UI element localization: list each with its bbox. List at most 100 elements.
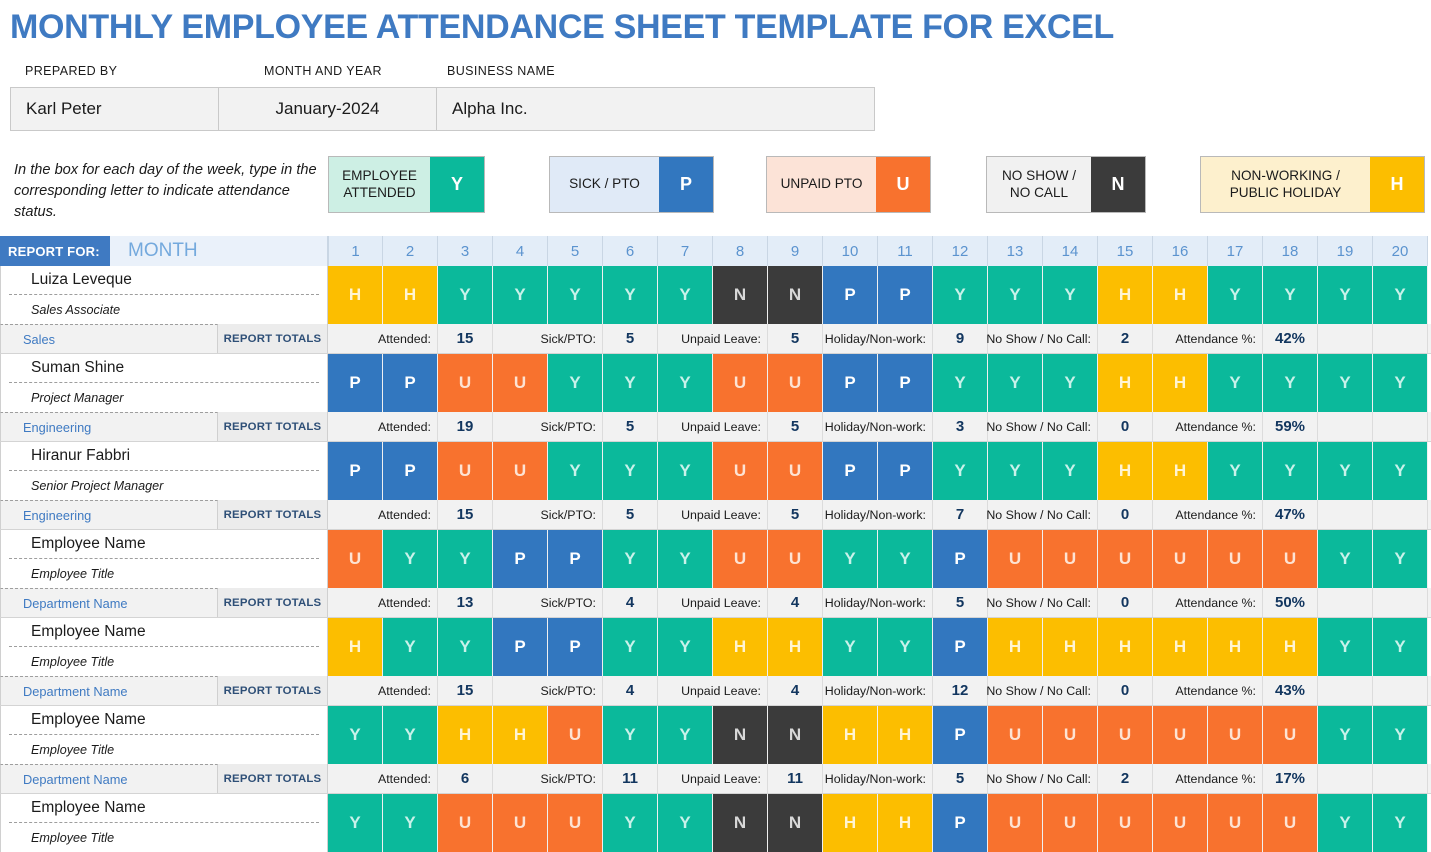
- attendance-cell-day-9[interactable]: U: [768, 354, 823, 412]
- employee-name-field[interactable]: Employee Name: [9, 530, 319, 559]
- attendance-cell-day-13[interactable]: U: [988, 530, 1043, 588]
- attendance-cell-day-2[interactable]: Y: [383, 706, 438, 764]
- attendance-cell-day-20[interactable]: Y: [1373, 266, 1428, 324]
- employee-title-field[interactable]: Senior Project Manager: [9, 471, 319, 500]
- attendance-cell-day-3[interactable]: U: [438, 442, 493, 500]
- attendance-cell-day-18[interactable]: Y: [1263, 442, 1318, 500]
- attendance-cell-day-7[interactable]: Y: [658, 794, 713, 852]
- attendance-cell-day-8[interactable]: U: [713, 354, 768, 412]
- attendance-cell-day-8[interactable]: N: [713, 266, 768, 324]
- attendance-cell-day-5[interactable]: U: [548, 794, 603, 852]
- attendance-cell-day-1[interactable]: Y: [328, 706, 383, 764]
- attendance-cell-day-6[interactable]: Y: [603, 354, 658, 412]
- attendance-cell-day-20[interactable]: Y: [1373, 442, 1428, 500]
- attendance-cell-day-17[interactable]: U: [1208, 706, 1263, 764]
- attendance-cell-day-19[interactable]: Y: [1318, 354, 1373, 412]
- attendance-cell-day-15[interactable]: U: [1098, 794, 1153, 852]
- attendance-cell-day-10[interactable]: H: [823, 794, 878, 852]
- employee-name-field[interactable]: Hiranur Fabbri: [9, 442, 319, 471]
- attendance-cell-day-1[interactable]: U: [328, 530, 383, 588]
- attendance-cell-day-13[interactable]: Y: [988, 266, 1043, 324]
- attendance-cell-day-5[interactable]: P: [548, 618, 603, 676]
- attendance-cell-day-14[interactable]: H: [1043, 618, 1098, 676]
- department-field[interactable]: Department Name: [0, 764, 218, 793]
- attendance-cell-day-20[interactable]: Y: [1373, 530, 1428, 588]
- attendance-cell-day-14[interactable]: Y: [1043, 442, 1098, 500]
- attendance-cell-day-17[interactable]: U: [1208, 794, 1263, 852]
- attendance-cell-day-15[interactable]: H: [1098, 354, 1153, 412]
- attendance-cell-day-5[interactable]: Y: [548, 354, 603, 412]
- attendance-cell-day-17[interactable]: U: [1208, 530, 1263, 588]
- employee-title-field[interactable]: Sales Associate: [9, 295, 319, 324]
- attendance-cell-day-7[interactable]: Y: [658, 530, 713, 588]
- employee-name-field[interactable]: Employee Name: [9, 618, 319, 647]
- attendance-cell-day-9[interactable]: N: [768, 794, 823, 852]
- attendance-cell-day-3[interactable]: U: [438, 354, 493, 412]
- department-field[interactable]: Engineering: [0, 500, 218, 529]
- attendance-cell-day-16[interactable]: U: [1153, 794, 1208, 852]
- attendance-cell-day-18[interactable]: H: [1263, 618, 1318, 676]
- department-field[interactable]: Engineering: [0, 412, 218, 441]
- attendance-cell-day-19[interactable]: Y: [1318, 794, 1373, 852]
- attendance-cell-day-9[interactable]: U: [768, 530, 823, 588]
- attendance-cell-day-4[interactable]: U: [493, 354, 548, 412]
- attendance-cell-day-13[interactable]: Y: [988, 442, 1043, 500]
- attendance-cell-day-12[interactable]: P: [933, 706, 988, 764]
- attendance-cell-day-4[interactable]: P: [493, 530, 548, 588]
- attendance-cell-day-10[interactable]: P: [823, 266, 878, 324]
- business-name-field[interactable]: Alpha Inc.: [437, 88, 874, 130]
- employee-name-field[interactable]: Employee Name: [9, 794, 319, 823]
- attendance-cell-day-15[interactable]: H: [1098, 442, 1153, 500]
- attendance-cell-day-4[interactable]: P: [493, 618, 548, 676]
- attendance-cell-day-2[interactable]: Y: [383, 530, 438, 588]
- department-field[interactable]: Department Name: [0, 676, 218, 705]
- attendance-cell-day-15[interactable]: H: [1098, 266, 1153, 324]
- month-and-year-field[interactable]: January-2024: [219, 88, 437, 130]
- attendance-cell-day-18[interactable]: U: [1263, 794, 1318, 852]
- attendance-cell-day-14[interactable]: U: [1043, 530, 1098, 588]
- attendance-cell-day-3[interactable]: U: [438, 794, 493, 852]
- attendance-cell-day-20[interactable]: Y: [1373, 794, 1428, 852]
- attendance-cell-day-20[interactable]: Y: [1373, 618, 1428, 676]
- attendance-cell-day-16[interactable]: H: [1153, 354, 1208, 412]
- attendance-cell-day-7[interactable]: Y: [658, 706, 713, 764]
- attendance-cell-day-5[interactable]: Y: [548, 442, 603, 500]
- attendance-cell-day-13[interactable]: U: [988, 706, 1043, 764]
- attendance-cell-day-13[interactable]: Y: [988, 354, 1043, 412]
- attendance-cell-day-4[interactable]: H: [493, 706, 548, 764]
- attendance-cell-day-14[interactable]: Y: [1043, 354, 1098, 412]
- department-field[interactable]: Sales: [0, 324, 218, 353]
- attendance-cell-day-17[interactable]: Y: [1208, 354, 1263, 412]
- attendance-cell-day-6[interactable]: Y: [603, 442, 658, 500]
- attendance-cell-day-6[interactable]: Y: [603, 618, 658, 676]
- attendance-cell-day-7[interactable]: Y: [658, 266, 713, 324]
- employee-title-field[interactable]: Employee Title: [9, 647, 319, 676]
- attendance-cell-day-1[interactable]: H: [328, 266, 383, 324]
- attendance-cell-day-18[interactable]: Y: [1263, 266, 1318, 324]
- attendance-cell-day-5[interactable]: U: [548, 706, 603, 764]
- employee-title-field[interactable]: Employee Title: [9, 559, 319, 588]
- attendance-cell-day-2[interactable]: Y: [383, 794, 438, 852]
- attendance-cell-day-11[interactable]: H: [878, 706, 933, 764]
- attendance-cell-day-19[interactable]: Y: [1318, 706, 1373, 764]
- attendance-cell-day-9[interactable]: N: [768, 266, 823, 324]
- attendance-cell-day-8[interactable]: H: [713, 618, 768, 676]
- attendance-cell-day-16[interactable]: H: [1153, 442, 1208, 500]
- attendance-cell-day-7[interactable]: Y: [658, 442, 713, 500]
- attendance-cell-day-16[interactable]: U: [1153, 706, 1208, 764]
- attendance-cell-day-2[interactable]: P: [383, 354, 438, 412]
- employee-title-field[interactable]: Employee Title: [9, 823, 319, 852]
- attendance-cell-day-2[interactable]: H: [383, 266, 438, 324]
- attendance-cell-day-11[interactable]: P: [878, 442, 933, 500]
- attendance-cell-day-19[interactable]: Y: [1318, 530, 1373, 588]
- attendance-cell-day-11[interactable]: Y: [878, 618, 933, 676]
- attendance-cell-day-1[interactable]: P: [328, 442, 383, 500]
- attendance-cell-day-16[interactable]: H: [1153, 266, 1208, 324]
- attendance-cell-day-11[interactable]: P: [878, 266, 933, 324]
- attendance-cell-day-9[interactable]: N: [768, 706, 823, 764]
- attendance-cell-day-4[interactable]: U: [493, 442, 548, 500]
- attendance-cell-day-19[interactable]: Y: [1318, 266, 1373, 324]
- attendance-cell-day-18[interactable]: Y: [1263, 354, 1318, 412]
- employee-name-field[interactable]: Luiza Leveque: [9, 266, 319, 295]
- attendance-cell-day-6[interactable]: Y: [603, 530, 658, 588]
